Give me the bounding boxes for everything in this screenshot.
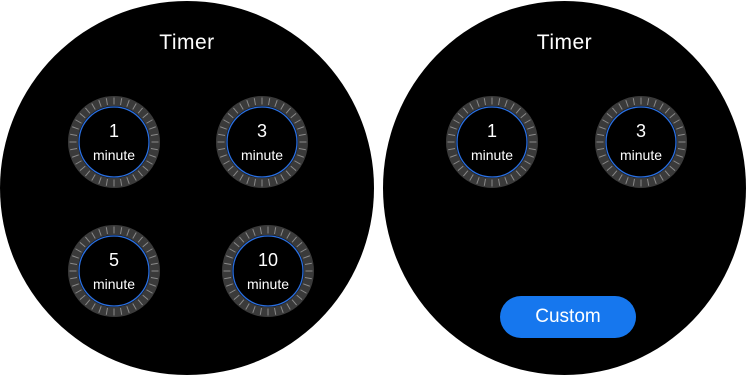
preset-1-minute-dial[interactable]: 1 minute [445, 95, 539, 189]
dial-unit: minute [246, 276, 290, 292]
dial-unit: minute [92, 276, 136, 292]
dial-value: 3 [256, 121, 267, 141]
dial-unit: minute [92, 147, 136, 163]
dial-value: 5 [108, 250, 119, 270]
preset-3-minute-dial[interactable]: 3 minute [215, 95, 309, 189]
dial-ring-icon [216, 96, 308, 188]
dial-unit: minute [470, 147, 514, 163]
dial-unit: minute [619, 147, 663, 163]
screen-title: Timer [536, 31, 593, 54]
preset-10-minute-dial[interactable]: 10 minute [221, 224, 315, 318]
dial-value: 1 [486, 121, 497, 141]
dial-value: 1 [108, 121, 119, 141]
timer-screens: Timer 1 minute 3 minute 5 minute 10 minu… [0, 0, 746, 376]
dial-ring-icon [68, 225, 160, 317]
dial-value: 3 [635, 121, 646, 141]
watch-screen-custom: Timer 1 minute 3 minute Custom [383, 1, 746, 375]
screen-title: Timer [159, 31, 215, 54]
dial-ring-icon [446, 96, 538, 188]
preset-1-minute-dial[interactable]: 1 minute [67, 95, 161, 189]
dial-unit: minute [240, 147, 284, 163]
preset-5-minute-dial[interactable]: 5 minute [67, 224, 161, 318]
dial-ring-icon [68, 96, 160, 188]
preset-3-minute-dial[interactable]: 3 minute [594, 95, 688, 189]
watch-screen-presets: Timer 1 minute 3 minute 5 minute 10 minu… [0, 1, 374, 375]
dial-ring-icon [595, 96, 687, 188]
dial-value: 10 [257, 250, 279, 270]
dial-ring-icon [222, 225, 314, 317]
custom-button[interactable]: Custom [500, 296, 636, 338]
